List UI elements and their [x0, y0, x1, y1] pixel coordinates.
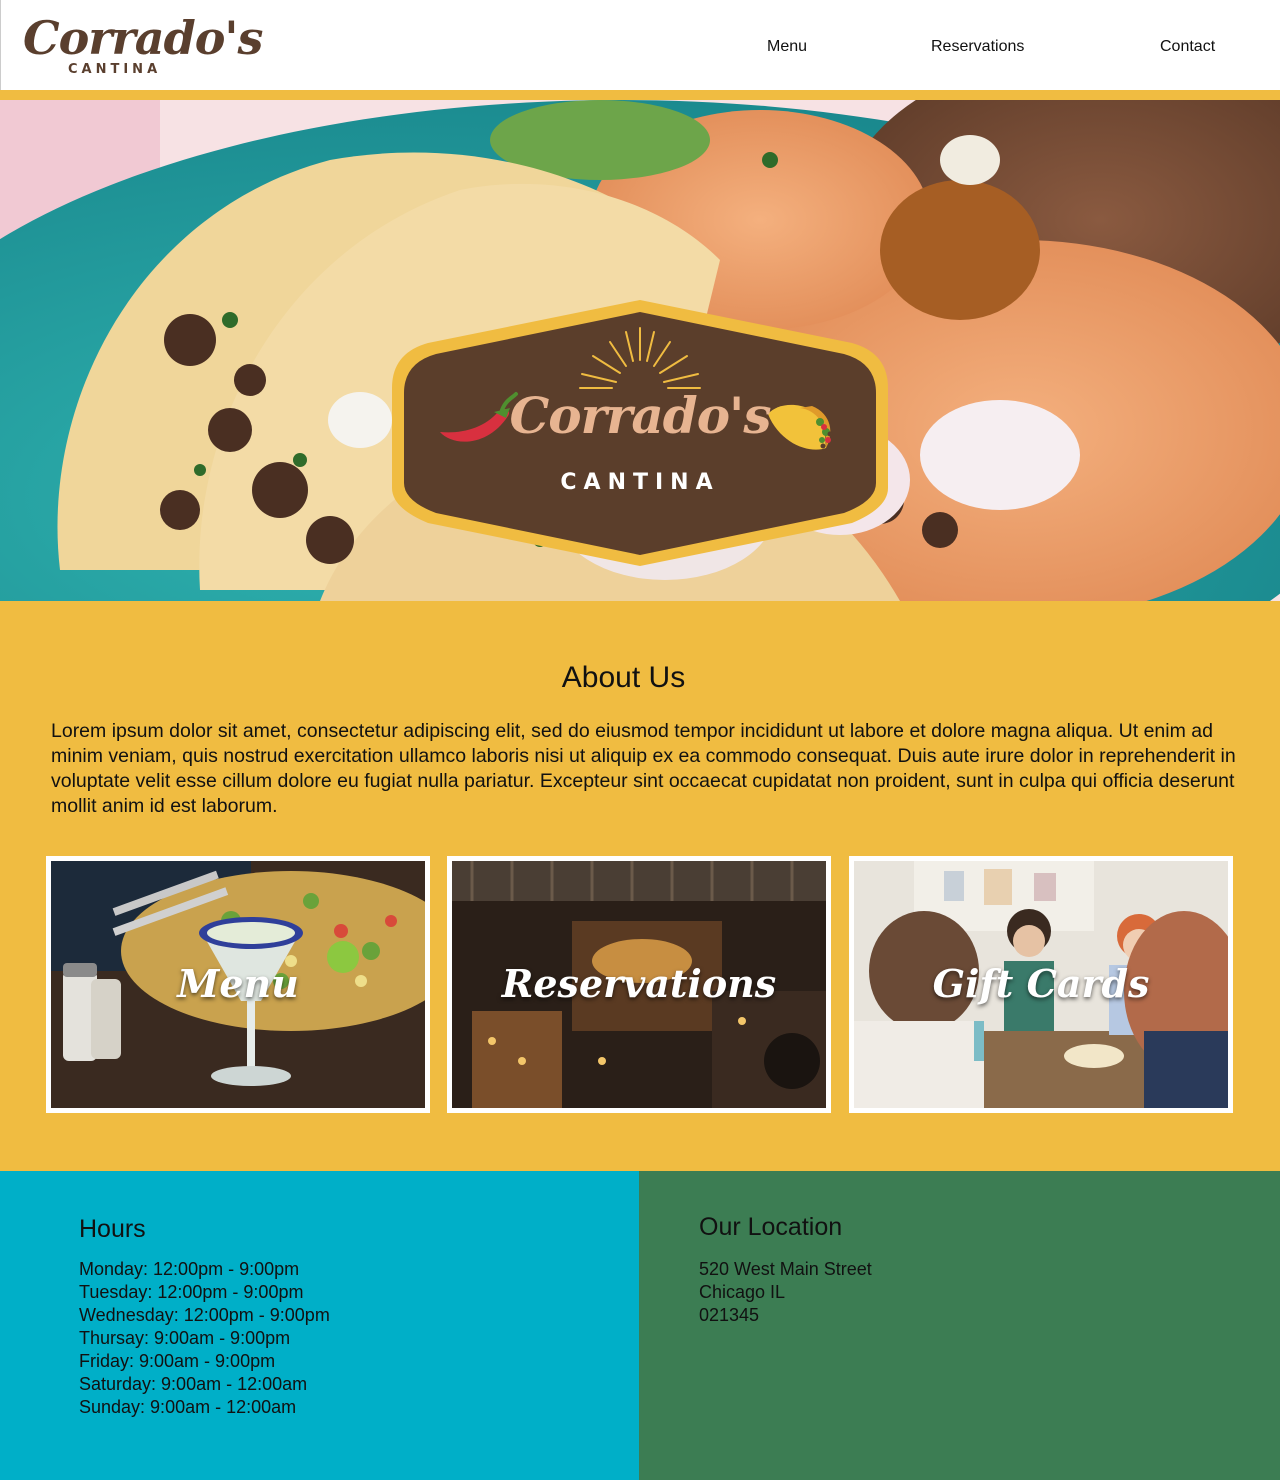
about-section: About Us Lorem ipsum dolor sit amet, con… — [0, 601, 1280, 1171]
address-city: Chicago IL — [699, 1282, 786, 1302]
header-accent-bar — [0, 90, 1280, 100]
address-block: 520 West Main Street Chicago IL 021345 — [699, 1258, 872, 1327]
hours-tuesday: Tuesday: 12:00pm - 9:00pm — [79, 1282, 304, 1302]
reservations-card[interactable]: Reservations — [447, 856, 831, 1113]
brand-wordmark: Corrado's — [23, 11, 263, 65]
nav-menu[interactable]: Menu — [767, 38, 807, 56]
hours-sunday: Sunday: 9:00am - 12:00am — [79, 1397, 297, 1417]
badge-subtitle: CANTINA — [560, 470, 720, 495]
location-section: Our Location 520 West Main Street Chicag… — [639, 1171, 1280, 1480]
reservations-card-image: Reservations — [452, 861, 826, 1108]
brand-logo[interactable]: Corrado's CANTINA — [23, 10, 263, 80]
nav-contact[interactable]: Contact — [1160, 38, 1215, 56]
about-text: Lorem ipsum dolor sit amet, consectetur … — [51, 720, 1236, 817]
nav-reservations[interactable]: Reservations — [931, 38, 1024, 56]
hours-monday: Monday: 12:00pm - 9:00pm — [79, 1259, 300, 1279]
address-street: 520 West Main Street — [699, 1259, 872, 1279]
gift-cards-card-image: Gift Cards — [854, 861, 1228, 1108]
hours-saturday: Saturday: 9:00am - 12:00am — [79, 1374, 308, 1394]
about-title: About Us — [561, 661, 686, 694]
site-header: Corrado's CANTINA Menu Reservations Cont… — [0, 0, 1280, 90]
address-zip: 021345 — [699, 1305, 760, 1325]
menu-card-label: Menu — [177, 961, 299, 1006]
hours-friday: Friday: 9:00am - 9:00pm — [79, 1351, 276, 1371]
gift-cards-card-label: Gift Cards — [932, 961, 1150, 1006]
hours-wednesday: Wednesday: 12:00pm - 9:00pm — [79, 1305, 330, 1325]
menu-card[interactable]: Menu — [46, 856, 430, 1113]
hours-section: Hours Monday: 12:00pm - 9:00pm Tuesday: … — [0, 1171, 639, 1480]
badge-wordmark: Corrado's — [509, 386, 772, 445]
gift-cards-card[interactable]: Gift Cards — [849, 856, 1233, 1113]
hero-logo-badge: Corrado's CANTINA — [388, 298, 892, 568]
menu-card-image: Menu — [51, 861, 425, 1108]
hours-title: Hours — [79, 1215, 146, 1243]
hours-list: Monday: 12:00pm - 9:00pm Tuesday: 12:00p… — [79, 1258, 330, 1419]
location-title: Our Location — [699, 1213, 843, 1241]
reservations-card-label: Reservations — [501, 961, 777, 1006]
hours-thursday: Thursay: 9:00am - 9:00pm — [79, 1328, 291, 1348]
brand-subtitle: CANTINA — [68, 62, 162, 77]
hero-banner: Corrado's CANTINA — [0, 100, 1280, 601]
